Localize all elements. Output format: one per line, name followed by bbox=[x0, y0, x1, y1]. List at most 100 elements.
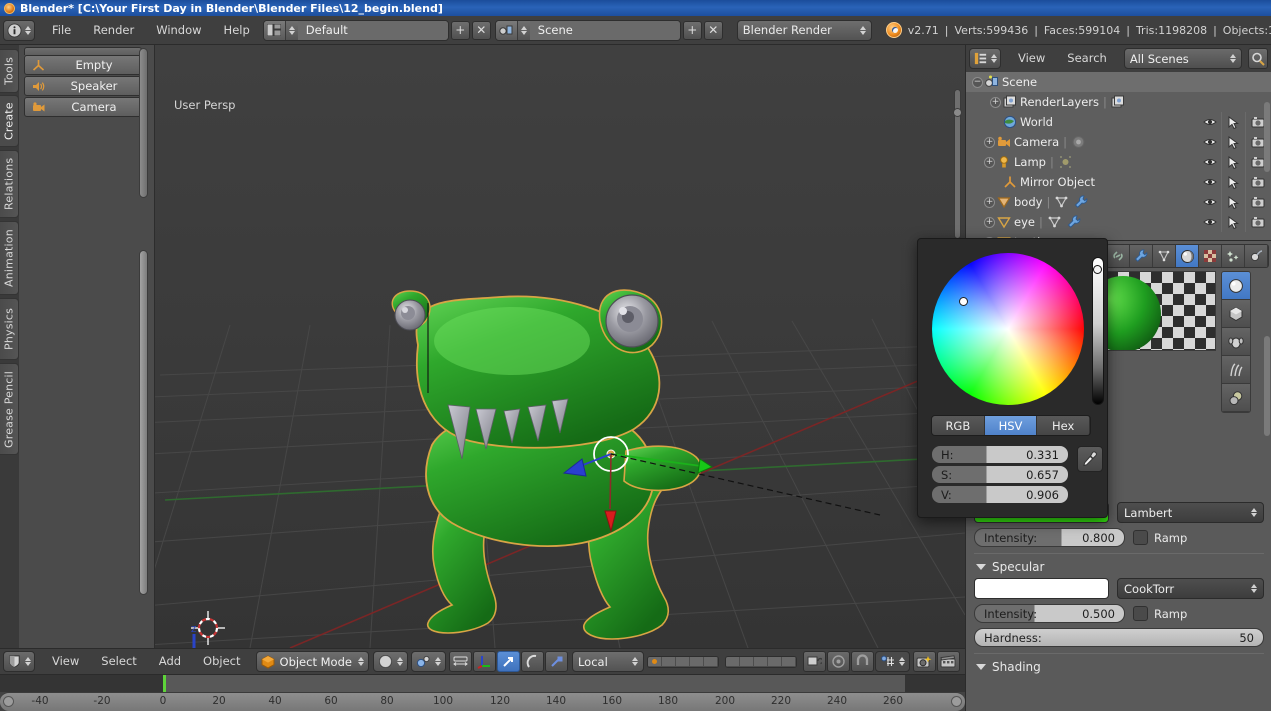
delete-screen-layout-button[interactable]: ✕ bbox=[471, 20, 491, 40]
color-mode-hsv[interactable]: HSV bbox=[984, 416, 1038, 435]
tab-constraints[interactable] bbox=[1107, 245, 1130, 267]
cursor-selectable-icon[interactable] bbox=[1222, 212, 1246, 232]
cursor-selectable-icon[interactable] bbox=[1222, 132, 1246, 152]
specular-ramp-row[interactable]: Ramp bbox=[1133, 606, 1264, 621]
timeline-editor[interactable]: -40 -20 0 20 40 60 80 100 120 140 160 18… bbox=[0, 675, 965, 711]
timeline-scrollbar-left-handle[interactable] bbox=[3, 696, 14, 707]
viewport-shading-spinner[interactable] bbox=[396, 657, 403, 666]
eye-visibility-icon[interactable] bbox=[1198, 172, 1222, 192]
outliner-tree[interactable]: − Scene + RenderLayers | World + Camera … bbox=[966, 72, 1271, 240]
pivot-point-spinner[interactable] bbox=[434, 657, 441, 666]
material-preview[interactable] bbox=[1106, 271, 1216, 351]
value-field[interactable]: V: 0.906 bbox=[931, 485, 1069, 504]
render-animation-button[interactable] bbox=[936, 651, 960, 672]
3d-viewport[interactable]: User Persp (1) body Z Y X Tools Create bbox=[0, 45, 965, 648]
properties-scrollbar[interactable] bbox=[1264, 336, 1270, 436]
specular-ramp-checkbox[interactable] bbox=[1133, 606, 1148, 621]
render-engine-dropdown[interactable]: Blender Render bbox=[736, 19, 872, 41]
eye-visibility-icon[interactable] bbox=[1198, 192, 1222, 212]
scene-name-value[interactable]: Scene bbox=[529, 20, 680, 40]
sidebar-item-create[interactable]: Create bbox=[0, 95, 19, 147]
diffuse-intensity-field[interactable]: Intensity: 0.800 bbox=[974, 528, 1125, 547]
outliner-editor-type-selector[interactable] bbox=[969, 48, 1001, 69]
timeline-playhead[interactable] bbox=[163, 675, 166, 692]
manipulator-translate-toggle[interactable] bbox=[472, 651, 496, 672]
eye-visibility-icon[interactable] bbox=[1198, 152, 1222, 172]
eyedropper-icon[interactable] bbox=[1077, 446, 1103, 472]
color-picker-popup[interactable]: RGB HSV Hex H: 0.331 S: 0.657 V: 0.906 bbox=[917, 238, 1108, 518]
sidebar-item-grease-pencil[interactable]: Grease Pencil bbox=[0, 363, 19, 455]
preview-sphere-icon[interactable] bbox=[1222, 272, 1250, 300]
diffuse-shader-dropdown[interactable]: Lambert bbox=[1117, 502, 1264, 523]
viewport-menu-select[interactable]: Select bbox=[90, 651, 147, 672]
color-mode-rgb[interactable]: RGB bbox=[932, 416, 985, 435]
tool-shelf-clipped-button[interactable] bbox=[24, 47, 142, 55]
render-engine-spinner[interactable] bbox=[859, 25, 866, 35]
viewport-editor-spinner[interactable] bbox=[25, 657, 31, 666]
menu-file[interactable]: File bbox=[41, 20, 82, 41]
sidebar-item-tools[interactable]: Tools bbox=[0, 49, 19, 93]
manipulator-rotate-toggle[interactable] bbox=[520, 651, 544, 672]
add-scene-button[interactable]: + bbox=[682, 20, 702, 40]
scene-select-spinner[interactable] bbox=[520, 25, 527, 35]
eye-visibility-icon[interactable] bbox=[1198, 132, 1222, 152]
specular-shader-spinner[interactable] bbox=[1251, 584, 1257, 593]
preview-hair-icon[interactable] bbox=[1222, 356, 1250, 384]
expand-toggle[interactable]: + bbox=[984, 156, 995, 168]
viewport-shading-dropdown[interactable] bbox=[372, 651, 408, 672]
camera-renderable-icon[interactable] bbox=[1246, 172, 1270, 192]
snap-target-spinner[interactable] bbox=[898, 657, 905, 666]
outliner-menu-search[interactable]: Search bbox=[1056, 48, 1118, 69]
color-mode-hex[interactable]: Hex bbox=[1037, 416, 1090, 435]
eye-visibility-icon[interactable] bbox=[1198, 212, 1222, 232]
outliner-row-renderlayers[interactable]: + RenderLayers | bbox=[966, 92, 1271, 112]
tab-material[interactable] bbox=[1176, 245, 1199, 267]
expand-toggle[interactable]: + bbox=[984, 216, 995, 228]
viewport-editor-type-selector[interactable] bbox=[3, 651, 35, 672]
color-wheel[interactable] bbox=[932, 253, 1084, 405]
preview-cube-icon[interactable] bbox=[1222, 300, 1250, 328]
cursor-selectable-icon[interactable] bbox=[1222, 112, 1246, 132]
outliner-display-mode-spinner[interactable] bbox=[1229, 54, 1236, 63]
timeline-scrollbar-right-handle[interactable] bbox=[951, 696, 962, 707]
proportional-falloff-dropdown[interactable] bbox=[826, 651, 850, 672]
screen-layout-spinner[interactable] bbox=[288, 25, 295, 35]
expand-toggle[interactable]: + bbox=[984, 136, 995, 148]
lamp-data-icon[interactable] bbox=[1058, 155, 1073, 169]
outliner-display-mode-dropdown[interactable]: All Scenes bbox=[1123, 48, 1242, 69]
tab-physics[interactable] bbox=[1245, 245, 1268, 267]
value-slider-handle[interactable] bbox=[1093, 265, 1102, 274]
editor-type-selector[interactable] bbox=[3, 19, 35, 41]
value-slider[interactable] bbox=[1092, 257, 1104, 405]
render-active-button[interactable] bbox=[912, 651, 936, 672]
specular-hardness-slider[interactable]: Hardness: 50 bbox=[974, 628, 1264, 647]
add-screen-layout-button[interactable]: + bbox=[450, 20, 470, 40]
menu-render[interactable]: Render bbox=[82, 20, 145, 41]
lock-to-scene-toggle[interactable] bbox=[802, 651, 826, 672]
timeline-ruler[interactable]: -40 -20 0 20 40 60 80 100 120 140 160 18… bbox=[0, 692, 965, 711]
interaction-mode-dropdown[interactable]: Object Mode bbox=[255, 651, 369, 672]
specular-color-swatch[interactable] bbox=[974, 578, 1109, 599]
search-icon[interactable] bbox=[1247, 48, 1268, 69]
add-empty-button[interactable]: Empty bbox=[24, 55, 142, 75]
specular-shader-dropdown[interactable]: CookTorr bbox=[1117, 578, 1264, 599]
snap-magnet-toggle[interactable] bbox=[850, 651, 874, 672]
screen-layout-value[interactable]: Default bbox=[297, 20, 448, 40]
camera-data-icon[interactable] bbox=[1071, 135, 1086, 149]
cursor-selectable-icon[interactable] bbox=[1222, 192, 1246, 212]
tab-texture[interactable] bbox=[1199, 245, 1222, 267]
scene-layers-first[interactable] bbox=[646, 655, 719, 668]
transform-orientation-dropdown[interactable]: Local bbox=[571, 651, 644, 672]
interaction-mode-spinner[interactable] bbox=[357, 657, 364, 666]
snap-target-dropdown[interactable] bbox=[874, 651, 910, 672]
expand-toggle[interactable]: − bbox=[972, 76, 983, 88]
camera-renderable-icon[interactable] bbox=[1246, 192, 1270, 212]
modifier-wrench-icon[interactable] bbox=[1074, 195, 1089, 209]
outliner-scrollbar[interactable] bbox=[1264, 102, 1270, 172]
modifier-wrench-icon[interactable] bbox=[1067, 215, 1082, 229]
camera-renderable-icon[interactable] bbox=[1246, 212, 1270, 232]
delete-scene-button[interactable]: ✕ bbox=[703, 20, 723, 40]
scene-layers-second[interactable] bbox=[724, 655, 797, 668]
cursor-selectable-icon[interactable] bbox=[1222, 152, 1246, 172]
outliner-editor-spinner[interactable] bbox=[991, 54, 997, 63]
